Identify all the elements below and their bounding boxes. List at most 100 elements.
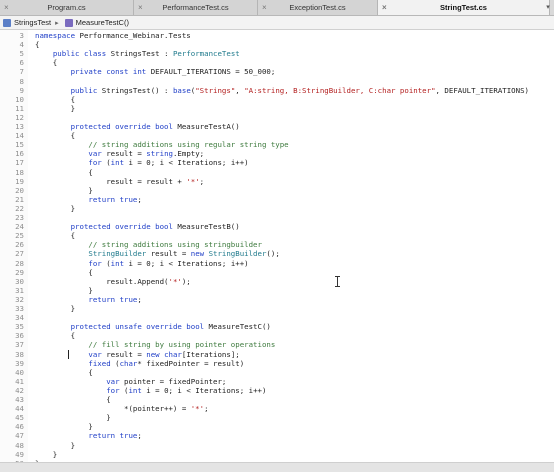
line-number: 10	[15, 94, 24, 104]
code-token: {	[35, 40, 40, 50]
code-token: Performance_Webinar.Tests	[79, 31, 191, 40]
tab-exceptiontest-cs[interactable]: × ExceptionTest.cs	[258, 0, 378, 15]
code-line: 39 fixed (char* fixedPointer = result)	[0, 359, 554, 368]
code-token: public	[70, 85, 102, 95]
line-number: 34	[15, 313, 24, 323]
code-token: result = result +	[35, 176, 187, 186]
chevron-right-icon: ▸	[55, 19, 59, 27]
code-text: {	[35, 168, 92, 177]
code-token: StringsTest :	[110, 49, 173, 59]
code-token: var	[88, 149, 107, 159]
code-text: }	[35, 304, 75, 313]
close-tab-icon[interactable]: ×	[262, 0, 267, 15]
line-number: 28	[15, 258, 24, 268]
code-line: 26 // string additions using stringbuild…	[0, 240, 554, 249]
code-token: // string additions using stringbuilder	[88, 240, 262, 250]
code-text: }	[35, 204, 75, 213]
tab-program-cs[interactable]: × Program.cs	[0, 0, 134, 15]
code-token: {	[35, 395, 111, 404]
line-number: 16	[15, 149, 24, 159]
breadcrumb-method[interactable]: MeasureTestC()	[76, 18, 129, 27]
code-token: i = 0; i < Iterations; i++)	[128, 158, 249, 168]
line-number: 30	[15, 276, 24, 286]
code-line: 15 // string additions using regular str…	[0, 140, 554, 149]
code-text: {	[35, 368, 92, 377]
code-token: // fill string by using pointer operatio…	[88, 340, 276, 350]
close-tab-icon[interactable]: ×	[382, 0, 387, 15]
line-number: 24	[15, 222, 24, 232]
code-text: result.Append('*');	[35, 277, 191, 286]
code-line: 4{	[0, 40, 554, 49]
code-line: 32 return true;	[0, 295, 554, 304]
code-line: 31 }	[0, 286, 554, 295]
tab-stringtest-cs[interactable]: × StringTest.cs	[378, 0, 550, 15]
code-token: }	[35, 422, 93, 432]
code-text: {	[35, 95, 75, 104]
code-text: }	[35, 450, 57, 459]
code-line: 7 private const int DEFAULT_ITERATIONS =…	[0, 67, 554, 76]
code-line: 42 for (int i = 0; i < Iterations; i++)	[0, 386, 554, 395]
code-token: protected override bool	[70, 222, 178, 232]
code-editor[interactable]: 3 namespace Performance_Webinar.Tests 4{5 …	[0, 30, 554, 462]
code-line: 22 }	[0, 204, 554, 213]
code-text: var result = string.Empty;	[35, 149, 204, 158]
line-number: 11	[15, 103, 24, 113]
line-number: 22	[15, 203, 24, 213]
code-text: }	[35, 286, 92, 295]
code-text: {	[35, 331, 75, 340]
code-text: protected override bool MeasureTestB()	[35, 222, 240, 231]
code-line: 16 var result = string.Empty;	[0, 149, 554, 158]
code-token: result =	[106, 149, 147, 159]
code-token: ;	[137, 194, 142, 204]
method-icon	[64, 18, 73, 27]
line-number: 3	[19, 31, 24, 40]
line-number: 38	[15, 349, 24, 359]
code-token: pointer = fixedPointer;	[124, 376, 227, 386]
code-token: ;	[137, 294, 142, 304]
breadcrumb-class[interactable]: StringsTest	[14, 18, 51, 27]
code-line: 6 {	[0, 58, 554, 67]
line-number: 46	[15, 422, 24, 432]
line-number: 18	[15, 167, 24, 177]
code-token: fixed	[88, 358, 116, 368]
code-text: var result = new char[Iterations];	[35, 349, 239, 359]
code-line: 35 protected unsafe override bool Measur…	[0, 322, 554, 331]
close-tab-icon[interactable]: ×	[138, 0, 143, 15]
code-text: {	[35, 395, 111, 404]
code-line: 23	[0, 213, 554, 222]
code-token: }	[35, 103, 76, 113]
line-number: 4	[19, 40, 24, 50]
close-tab-icon[interactable]: ×	[4, 0, 9, 15]
tab-performancetest-cs[interactable]: × PerformanceTest.cs	[134, 0, 258, 15]
tab-bar: × Program.cs × PerformanceTest.cs × Exce…	[0, 0, 554, 16]
code-line: 21 return true;	[0, 195, 554, 204]
code-text: public class StringsTest : PerformanceTe…	[35, 49, 240, 58]
line-number: 8	[19, 76, 24, 86]
line-number: 21	[15, 194, 24, 204]
code-text: }	[35, 185, 93, 195]
code-token: private const int	[70, 67, 151, 77]
code-token: }	[35, 185, 93, 195]
line-number: 49	[15, 449, 24, 459]
code-token: }	[35, 449, 58, 459]
code-line: 8	[0, 77, 554, 86]
line-number: 15	[15, 140, 24, 150]
tab-overflow-icon[interactable]: ▾	[542, 0, 554, 15]
code-text: protected unsafe override bool MeasureTe…	[35, 322, 271, 331]
code-line: 24 protected override bool MeasureTestB(…	[0, 222, 554, 231]
code-text: StringBuilder result = new StringBuilder…	[35, 249, 279, 258]
code-token: ;	[204, 404, 209, 414]
code-text: return true;	[35, 431, 141, 440]
code-token: "Strings"	[195, 85, 236, 95]
code-line: 37 // fill string by using pointer opera…	[0, 340, 554, 349]
line-number: 37	[15, 340, 24, 350]
code-token: new char	[146, 349, 182, 359]
code-token: }	[35, 203, 76, 213]
